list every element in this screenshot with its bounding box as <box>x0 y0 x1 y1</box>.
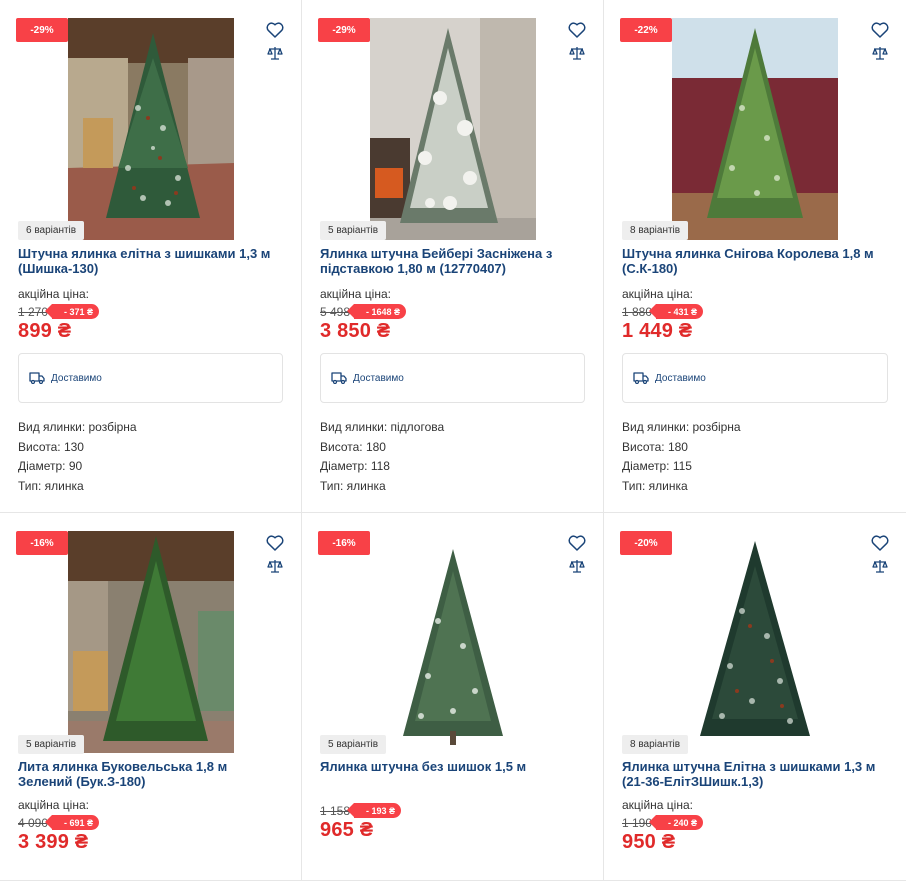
heart-icon[interactable] <box>568 535 586 551</box>
delivery-label: Доставимо <box>51 372 102 384</box>
product-card[interactable]: -29% 6 варіантів Штучна ялинка елітна з … <box>0 0 302 513</box>
variants-badge[interactable]: 5 варіантів <box>320 221 387 240</box>
discount-badge: -16% <box>16 531 68 555</box>
truck-icon <box>331 372 347 384</box>
variants-badge[interactable]: 6 варіантів <box>18 221 85 240</box>
delivery-box: Доставимо <box>18 353 283 403</box>
promo-label: акційна ціна: <box>622 798 693 812</box>
old-price: 1 270 <box>18 304 49 319</box>
scales-icon[interactable] <box>267 559 283 573</box>
spec-item: Висота: 130 <box>18 439 84 454</box>
product-card[interactable]: -16% 5 варіантів Лита ялинка Буковельськ… <box>0 513 302 881</box>
scales-icon[interactable] <box>872 559 888 573</box>
promo-label: акційна ціна: <box>18 287 89 301</box>
product-title[interactable]: Штучна ялинка Снігова Королева 1,8 м (С.… <box>622 246 890 276</box>
savings-badge: - 240 ₴ <box>649 815 704 830</box>
product-card[interactable]: -16% 5 варіантів Ялинка штучна без шишок… <box>302 513 604 881</box>
product-image[interactable] <box>67 18 234 240</box>
old-price: 1 158 <box>320 803 351 818</box>
price: 3 399 ₴ <box>18 831 89 853</box>
savings-badge: - 371 ₴ <box>45 304 100 319</box>
savings-badge: - 431 ₴ <box>649 304 704 319</box>
delivery-label: Доставимо <box>655 372 706 384</box>
spec-item: Тип: ялинка <box>622 478 688 493</box>
product-grid: -29% 6 варіантів Штучна ялинка елітна з … <box>0 0 906 881</box>
price: 899 ₴ <box>18 320 72 342</box>
truck-icon <box>29 372 45 384</box>
spec-item: Вид ялинки: розбірна <box>18 420 137 434</box>
savings-badge: - 1648 ₴ <box>347 304 407 319</box>
truck-icon <box>633 372 649 384</box>
promo-label: акційна ціна: <box>320 287 391 301</box>
old-price: 4 090 <box>18 815 49 830</box>
price: 1 449 ₴ <box>622 320 693 342</box>
product-title[interactable]: Лита ялинка Буковельська 1,8 м Зелений (… <box>18 759 285 789</box>
heart-icon[interactable] <box>871 22 889 38</box>
product-card[interactable]: -20% 8 варіантів Ялинка штучна Елітна з … <box>604 513 906 881</box>
savings-badge: - 193 ₴ <box>347 803 402 818</box>
product-card[interactable]: -29% 5 варіантів Ялинка штучна Бейбері З… <box>302 0 604 513</box>
scales-icon[interactable] <box>267 46 283 60</box>
heart-icon[interactable] <box>568 22 586 38</box>
scales-icon[interactable] <box>569 46 585 60</box>
specs-list: Вид ялинки: підлогова Висота: 180 Діамет… <box>320 418 444 496</box>
promo-label: акційна ціна: <box>622 287 693 301</box>
product-title[interactable]: Ялинка штучна без шишок 1,5 м <box>320 759 587 774</box>
spec-item: Тип: ялинка <box>320 478 386 493</box>
product-image[interactable] <box>67 531 234 753</box>
discount-badge: -29% <box>16 18 68 42</box>
promo-label: акційна ціна: <box>18 798 89 812</box>
variants-badge[interactable]: 5 варіантів <box>18 735 85 754</box>
product-card[interactable]: -22% 8 варіантів Штучна ялинка Снігова К… <box>604 0 906 513</box>
discount-badge: -22% <box>620 18 672 42</box>
discount-badge: -29% <box>318 18 370 42</box>
product-title[interactable]: Ялинка штучна Елітна з шишками 1,3 м (21… <box>622 759 890 789</box>
heart-icon[interactable] <box>266 535 284 551</box>
price: 950 ₴ <box>622 831 676 853</box>
product-image[interactable] <box>369 18 536 240</box>
specs-list: Вид ялинки: розбірна Висота: 180 Діаметр… <box>622 418 741 496</box>
variants-badge[interactable]: 8 варіантів <box>622 735 689 754</box>
price: 965 ₴ <box>320 819 374 841</box>
spec-item: Висота: 180 <box>622 439 688 454</box>
delivery-label: Доставимо <box>353 372 404 384</box>
heart-icon[interactable] <box>266 22 284 38</box>
spec-item: Діаметр: 90 <box>18 459 83 473</box>
product-image[interactable] <box>672 531 838 753</box>
spec-item: Вид ялинки: розбірна <box>622 420 741 434</box>
spec-item: Тип: ялинка <box>18 478 84 493</box>
product-title[interactable]: Ялинка штучна Бейбері Засніжена з підста… <box>320 246 587 276</box>
product-image[interactable] <box>362 531 543 753</box>
variants-badge[interactable]: 8 варіантів <box>622 221 689 240</box>
delivery-box: Доставимо <box>622 353 888 403</box>
old-price: 1 880 <box>622 304 653 319</box>
price: 3 850 ₴ <box>320 320 391 342</box>
variants-badge[interactable]: 5 варіантів <box>320 735 387 754</box>
old-price: 1 190 <box>622 815 653 830</box>
scales-icon[interactable] <box>569 559 585 573</box>
heart-icon[interactable] <box>871 535 889 551</box>
delivery-box: Доставимо <box>320 353 585 403</box>
old-price: 5 498 <box>320 304 351 319</box>
product-image[interactable] <box>672 18 838 240</box>
spec-item: Вид ялинки: підлогова <box>320 420 445 434</box>
spec-item: Діаметр: 118 <box>320 459 390 473</box>
spec-item: Діаметр: 115 <box>622 459 692 473</box>
scales-icon[interactable] <box>872 46 888 60</box>
product-title[interactable]: Штучна ялинка елітна з шишками 1,3 м (Ши… <box>18 246 285 276</box>
discount-badge: -16% <box>318 531 370 555</box>
savings-badge: - 691 ₴ <box>45 815 100 830</box>
spec-item: Висота: 180 <box>320 439 386 454</box>
discount-badge: -20% <box>620 531 672 555</box>
specs-list: Вид ялинки: розбірна Висота: 130 Діаметр… <box>18 418 137 496</box>
